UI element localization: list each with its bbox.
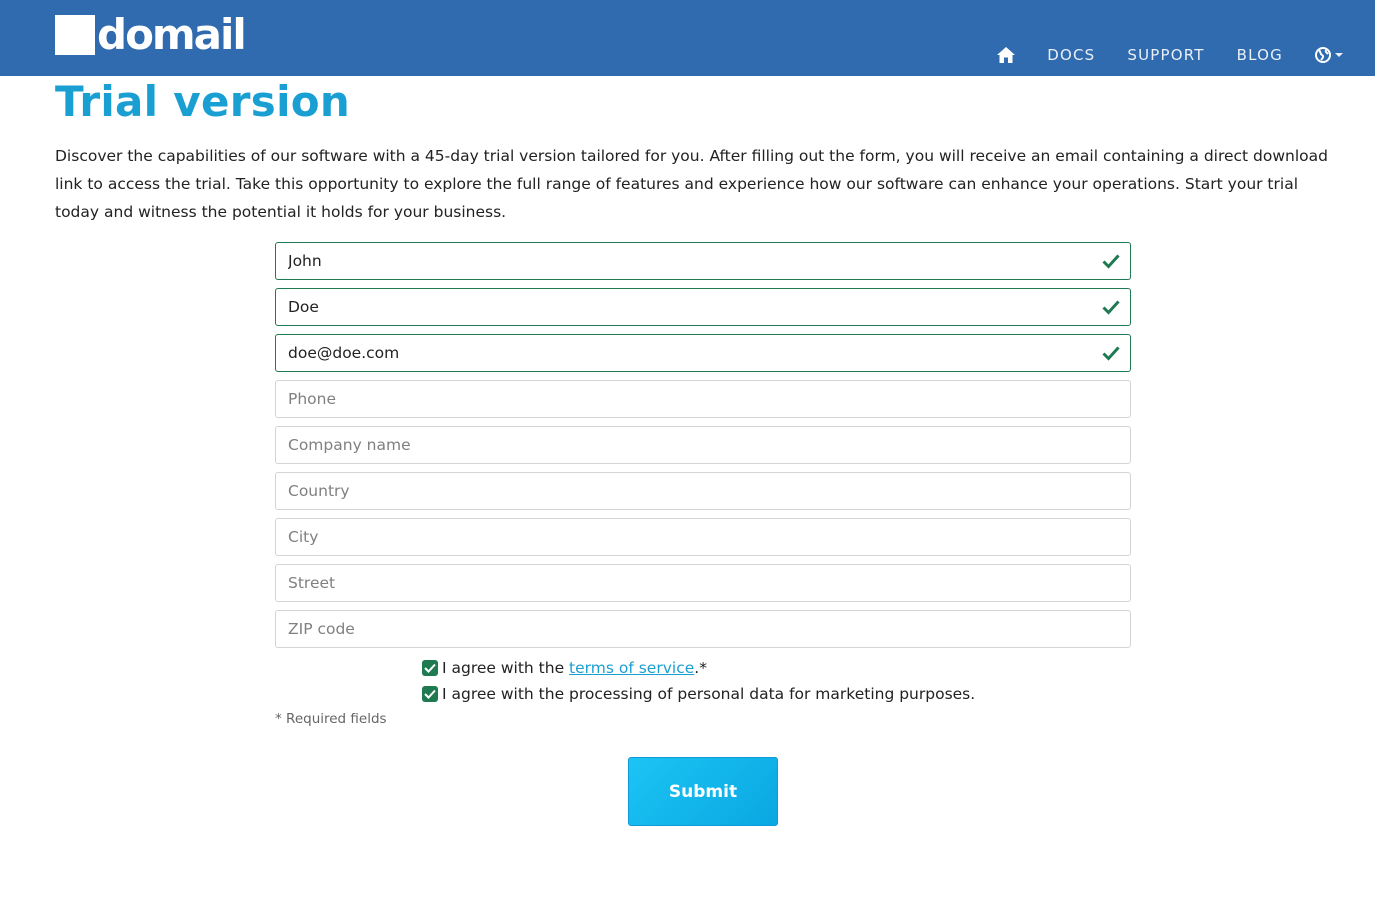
check-icon xyxy=(1102,346,1120,361)
phone-input[interactable] xyxy=(276,381,1130,417)
street-input[interactable] xyxy=(276,565,1130,601)
agree-tos-row[interactable]: I agree with the terms of service .* xyxy=(422,658,707,678)
first-name-field xyxy=(275,242,1131,280)
country-input[interactable] xyxy=(276,473,1130,509)
terms-of-service-link[interactable]: terms of service xyxy=(569,658,694,678)
phone-field xyxy=(275,380,1131,418)
zip-code-input[interactable] xyxy=(276,611,1130,647)
agree-tos-suffix: .* xyxy=(694,659,707,677)
check-icon xyxy=(1102,300,1120,315)
agree-marketing-row[interactable]: I agree with the processing of personal … xyxy=(422,684,975,704)
chevron-down-icon xyxy=(1335,53,1343,57)
email-field xyxy=(275,334,1131,372)
last-name-input[interactable] xyxy=(276,289,1130,325)
intro-text: Discover the capabilities of our softwar… xyxy=(55,147,1329,221)
trial-form: I agree with the terms of service .* I a… xyxy=(275,242,1131,826)
street-field xyxy=(275,564,1131,602)
city-field xyxy=(275,518,1131,556)
home-icon[interactable] xyxy=(997,46,1016,64)
country-field xyxy=(275,472,1131,510)
agree-marketing-checkbox[interactable] xyxy=(422,686,438,702)
last-name-field xyxy=(275,288,1131,326)
company-field xyxy=(275,426,1131,464)
submit-button[interactable]: Submit xyxy=(628,757,778,826)
agree-tos-prefix: I agree with the xyxy=(442,659,570,677)
check-icon xyxy=(1102,254,1120,269)
logo-text: domail xyxy=(97,10,247,59)
language-dropdown[interactable] xyxy=(1315,47,1343,63)
top-navbar: domail DOCS SUPPORT BLOG xyxy=(0,0,1375,76)
main-nav: DOCS SUPPORT BLOG xyxy=(997,40,1343,70)
page-title: Trial version xyxy=(55,77,351,126)
globe-icon xyxy=(1315,47,1331,63)
agree-marketing-label: I agree with the processing of personal … xyxy=(442,685,976,703)
agree-tos-checkbox[interactable] xyxy=(422,660,438,676)
city-input[interactable] xyxy=(276,519,1130,555)
logo-mark xyxy=(55,15,95,55)
email-input[interactable] xyxy=(276,335,1130,371)
required-fields-note: * Required fields xyxy=(275,711,387,727)
nav-support[interactable]: SUPPORT xyxy=(1127,40,1204,70)
nav-docs[interactable]: DOCS xyxy=(1047,40,1095,70)
logo-link[interactable]: domail xyxy=(55,10,247,59)
first-name-input[interactable] xyxy=(276,243,1130,279)
nav-blog[interactable]: BLOG xyxy=(1237,40,1283,70)
zip-field xyxy=(275,610,1131,648)
company-name-input[interactable] xyxy=(276,427,1130,463)
